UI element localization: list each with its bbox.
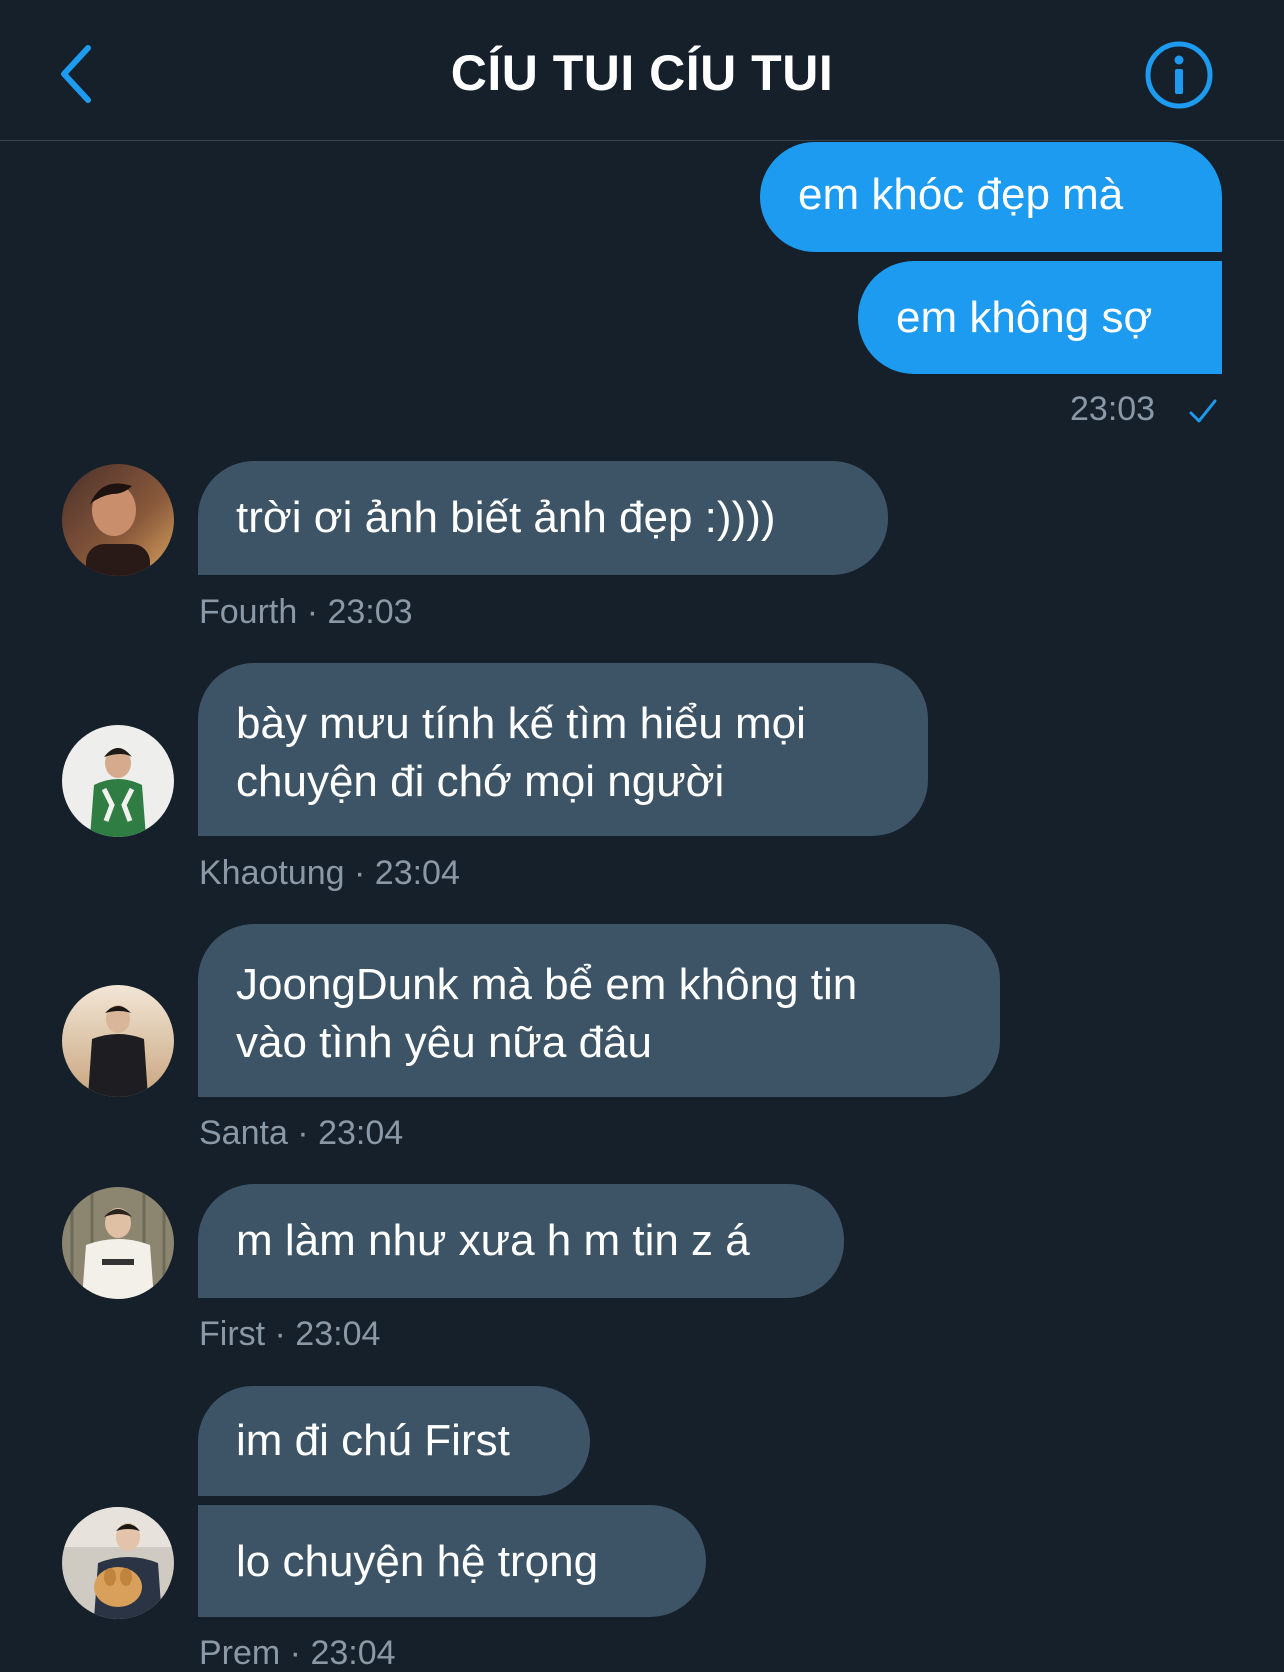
message-line: JoongDunk mà bể em không tin <box>236 960 858 1009</box>
avatar[interactable] <box>62 985 174 1097</box>
avatar[interactable] <box>62 1187 174 1299</box>
message-meta: First · 23:04 <box>199 1315 381 1353</box>
conversation-title: CÍU TUI CÍU TUI <box>450 45 834 101</box>
incoming-message[interactable]: JoongDunk mà bể em không tin vào tình yê… <box>198 924 1000 1097</box>
message-text: lo chuyện hệ trọng <box>236 1537 599 1586</box>
info-button[interactable] <box>1142 38 1216 112</box>
avatar[interactable] <box>62 1507 174 1619</box>
outgoing-message[interactable]: em khóc đẹp mà <box>760 142 1222 252</box>
message-line: chuyện đi chớ mọi người <box>236 757 725 806</box>
conversation-header: CÍU TUI CÍU TUI <box>0 0 1284 141</box>
message-meta: Prem · 23:04 <box>199 1634 396 1672</box>
message-text: im đi chú First <box>236 1416 510 1465</box>
avatar[interactable] <box>62 725 174 837</box>
outgoing-message[interactable]: em không sợ <box>858 261 1222 374</box>
message-line: bày mưu tính kế tìm hiểu mọi <box>236 699 806 748</box>
incoming-message[interactable]: bày mưu tính kế tìm hiểu mọi chuyện đi c… <box>198 663 928 836</box>
outgoing-timestamp: 23:03 <box>1070 390 1156 428</box>
avatar[interactable] <box>62 464 174 576</box>
message-meta: Fourth · 23:03 <box>199 593 413 631</box>
message-meta: Santa · 23:04 <box>199 1114 404 1152</box>
incoming-message[interactable]: m làm như xưa h m tin z á <box>198 1184 844 1298</box>
message-text: trời ơi ảnh biết ảnh đẹp :)))) <box>236 493 776 542</box>
dm-conversation-screen: CÍU TUI CÍU TUI em khóc đẹp mà em không … <box>0 0 1284 1672</box>
info-circle-icon <box>1145 41 1213 109</box>
message-text: m làm như xưa h m tin z á <box>236 1216 750 1265</box>
checkmark-icon <box>1189 399 1217 423</box>
incoming-message[interactable]: im đi chú First <box>198 1386 590 1496</box>
incoming-message[interactable]: lo chuyện hệ trọng <box>198 1505 706 1617</box>
message-line: vào tình yêu nữa đâu <box>236 1018 652 1067</box>
message-text: em khóc đẹp mà <box>798 170 1124 219</box>
incoming-message[interactable]: trời ơi ảnh biết ảnh đẹp :)))) <box>198 461 888 575</box>
message-text: em không sợ <box>896 293 1153 342</box>
message-meta: Khaotung · 23:04 <box>199 854 460 892</box>
